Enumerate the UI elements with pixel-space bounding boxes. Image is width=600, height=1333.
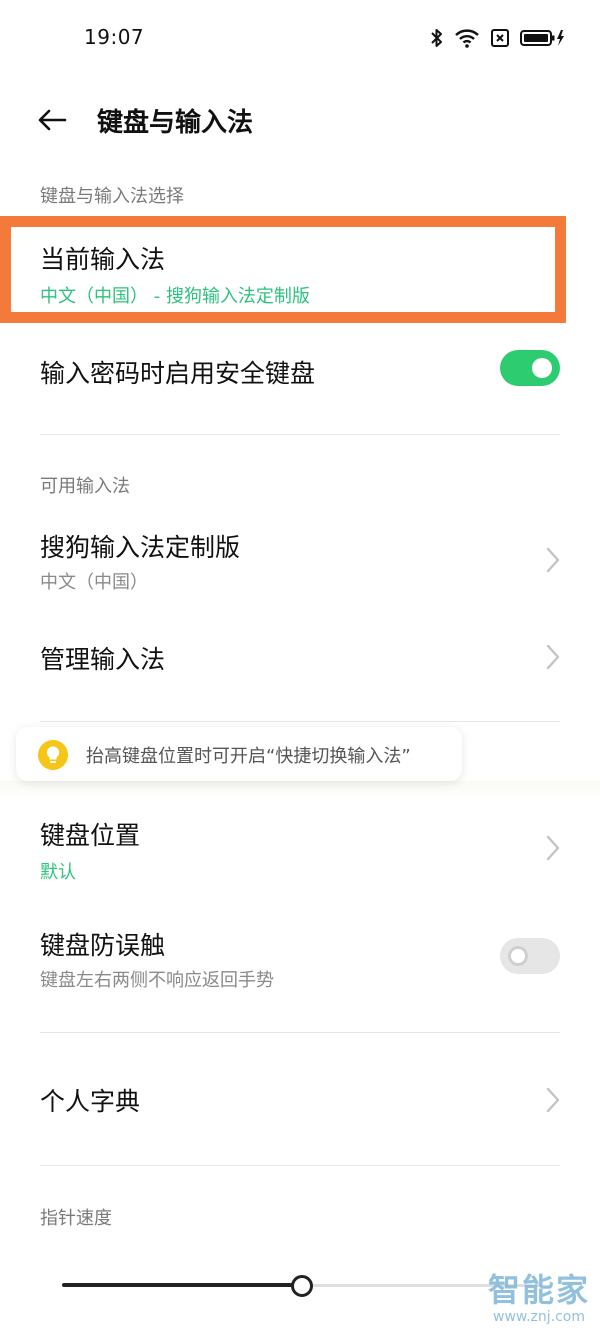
sogou-ime-subtitle: 中文（中国）: [40, 572, 148, 593]
sogou-ime-title: 搜狗输入法定制版: [40, 533, 241, 562]
tip-text: 抬高键盘位置时可开启“快捷切换输入法”: [86, 746, 411, 767]
sogou-ime-row[interactable]: 搜狗输入法定制版 中文（中国）: [0, 516, 600, 606]
keyboard-position-title: 键盘位置: [40, 821, 141, 850]
status-bar: 19:07: [0, 0, 600, 76]
section-available: 可用输入法: [40, 476, 130, 497]
anti-touch-title: 键盘防误触: [40, 931, 166, 960]
toggle-knob: [532, 358, 552, 378]
tooltip-shade: [0, 781, 600, 801]
pointer-speed-fill: [62, 1283, 302, 1287]
watermark-url: www.znj.com: [493, 1309, 585, 1325]
secure-keyboard-row[interactable]: 输入密码时启用安全键盘: [0, 330, 600, 410]
divider: [40, 1165, 560, 1166]
page-title: 键盘与输入法: [97, 108, 254, 138]
anti-touch-toggle[interactable]: [500, 938, 560, 974]
header: 键盘与输入法: [0, 88, 600, 152]
no-sim-icon: [490, 28, 510, 48]
anti-touch-row[interactable]: 键盘防误触 键盘左右两侧不响应返回手势: [0, 916, 600, 1006]
battery-icon: [520, 28, 566, 48]
divider: [40, 1032, 560, 1033]
keyboard-position-row[interactable]: 键盘位置 默认: [0, 806, 600, 896]
manage-ime-row[interactable]: 管理输入法: [0, 620, 600, 696]
manage-ime-title: 管理输入法: [40, 645, 166, 674]
chevron-right-icon: [546, 835, 560, 861]
current-ime-subtitle: 中文（中国） - 搜狗输入法定制版: [40, 286, 310, 307]
status-time: 19:07: [84, 25, 145, 49]
section-pointer-speed: 指针速度: [40, 1208, 112, 1229]
wifi-icon: [454, 28, 480, 48]
back-button[interactable]: [30, 98, 74, 142]
divider: [40, 721, 560, 722]
watermark-brand: 智能家: [487, 1271, 590, 1309]
chevron-right-icon: [546, 547, 560, 573]
secure-keyboard-title: 输入密码时启用安全键盘: [40, 359, 316, 388]
watermark: 智能家 www.znj.com: [488, 1271, 590, 1325]
arrow-left-icon: [38, 109, 67, 131]
pointer-speed-thumb[interactable]: [291, 1275, 313, 1297]
dictionary-title: 个人字典: [40, 1087, 141, 1116]
lightbulb-icon: [38, 740, 68, 770]
settings-screen: 19:07 键盘与输入法 键盘与输入法选择 当前输入法 中文（中国） - 搜狗输: [0, 0, 600, 1333]
current-ime-row[interactable]: 当前输入法 中文（中国） - 搜狗输入法定制版: [0, 226, 600, 316]
bluetooth-icon: [430, 28, 444, 48]
current-ime-title: 当前输入法: [40, 245, 166, 274]
toggle-knob: [508, 946, 528, 966]
chevron-right-icon: [546, 1087, 560, 1113]
keyboard-position-subtitle: 默认: [40, 862, 76, 883]
status-icons: [430, 26, 566, 50]
secure-keyboard-toggle[interactable]: [500, 350, 560, 386]
tip-popup[interactable]: 抬高键盘位置时可开启“快捷切换输入法”: [16, 727, 462, 781]
section-keyboard-select: 键盘与输入法选择: [40, 186, 184, 207]
anti-touch-subtitle: 键盘左右两侧不响应返回手势: [40, 970, 274, 991]
chevron-right-icon: [546, 644, 560, 670]
dictionary-row[interactable]: 个人字典: [0, 1062, 600, 1138]
divider: [40, 434, 560, 435]
